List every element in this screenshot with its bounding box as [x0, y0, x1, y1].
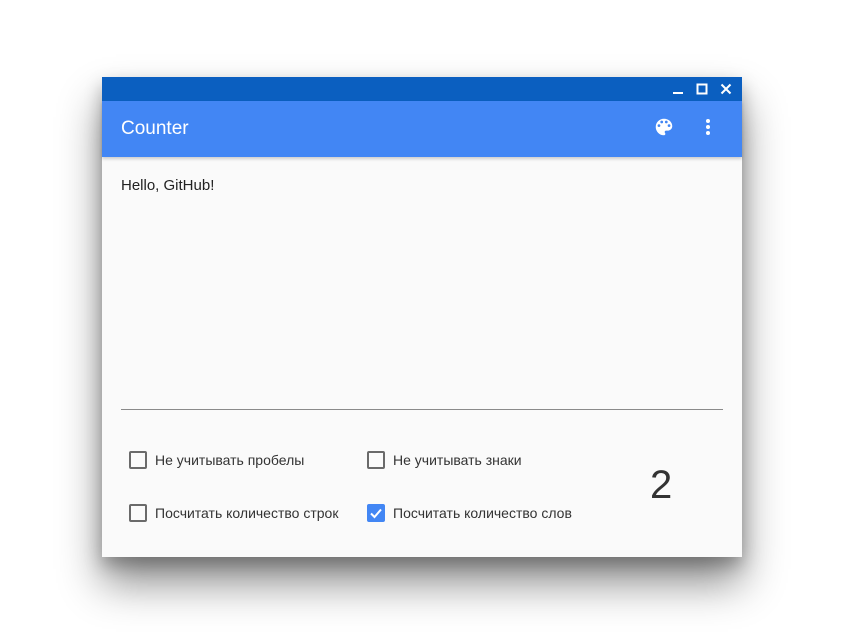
ignore-marks-label: Не учитывать знаки	[393, 452, 522, 468]
ignore-marks-option[interactable]: Не учитывать знаки	[367, 451, 522, 469]
more-vert-icon	[705, 118, 711, 141]
count-words-checkbox[interactable]	[367, 504, 385, 522]
ignore-marks-checkbox[interactable]	[367, 451, 385, 469]
count-lines-checkbox[interactable]	[129, 504, 147, 522]
window-titlebar[interactable]	[102, 77, 742, 101]
ignore-spaces-option[interactable]: Не учитывать пробелы	[129, 451, 304, 469]
ignore-spaces-checkbox[interactable]	[129, 451, 147, 469]
count-result: 2	[650, 463, 673, 507]
app-window: Counter Hello, GitHub! Не учитывать проб…	[102, 77, 742, 557]
close-icon[interactable]	[714, 77, 738, 101]
input-underline	[121, 409, 723, 410]
count-words-label: Посчитать количество слов	[393, 505, 572, 521]
palette-icon	[653, 116, 675, 143]
text-input[interactable]: Hello, GitHub!	[121, 177, 721, 389]
maximize-icon[interactable]	[690, 77, 714, 101]
ignore-spaces-label: Не учитывать пробелы	[155, 452, 305, 468]
count-lines-label: Посчитать количество строк	[155, 505, 339, 521]
count-lines-option[interactable]: Посчитать количество строк	[129, 504, 338, 522]
palette-button[interactable]	[642, 107, 686, 151]
count-words-option[interactable]: Посчитать количество слов	[367, 504, 572, 522]
app-bar: Counter	[102, 101, 742, 157]
more-menu-button[interactable]	[686, 107, 730, 151]
main-content: Hello, GitHub! Не учитывать пробелы Не у…	[102, 157, 742, 557]
minimize-icon[interactable]	[666, 77, 690, 101]
app-title: Counter	[121, 118, 189, 139]
